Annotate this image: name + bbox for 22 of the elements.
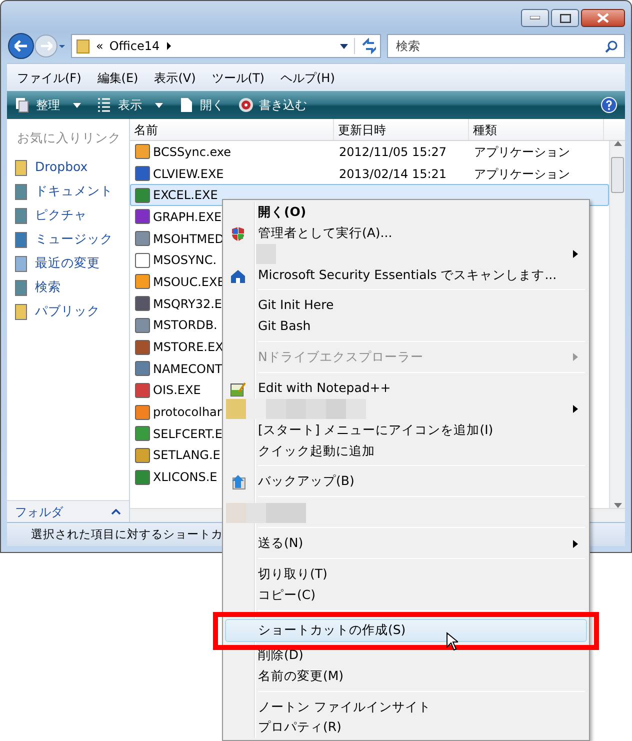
type-cell-text: アプリケーション xyxy=(473,166,571,183)
file-name: XLICONS.E xyxy=(153,469,218,486)
sidebar-heading: お気に入りリンク xyxy=(16,129,122,147)
file-name: MSOSYNC. xyxy=(153,252,217,270)
file-name: protocolhar xyxy=(153,404,222,422)
file-name: OIS.EXE xyxy=(153,382,201,400)
status-text: 選択された項目に対するショートカ xyxy=(31,526,223,543)
file-name: GRAPH.EXE xyxy=(153,208,222,226)
file-name: MSQRY32.E xyxy=(153,296,222,313)
file-name: MSTORDB. xyxy=(153,317,218,334)
file-name: CLVIEW.EXE xyxy=(153,166,224,183)
date-cell-text: 2012/11/05 15:27 xyxy=(338,144,448,161)
file-name: MSOUC.EXE xyxy=(153,274,225,291)
file-name: NAMECONT xyxy=(153,360,222,378)
file-name: SETLANG.E xyxy=(153,447,220,464)
file-name: MSTORE.EX xyxy=(153,339,224,356)
file-name: EXCEL.EXE xyxy=(153,187,218,204)
date-cell-text: 2013/02/14 15:21 xyxy=(338,166,448,183)
file-name: SELFCERT.E xyxy=(153,426,223,443)
file-name: BCSSync.exe xyxy=(153,144,232,161)
type-cell-text: アプリケーション xyxy=(473,144,571,161)
file-name: MSOHTMED xyxy=(153,230,224,248)
